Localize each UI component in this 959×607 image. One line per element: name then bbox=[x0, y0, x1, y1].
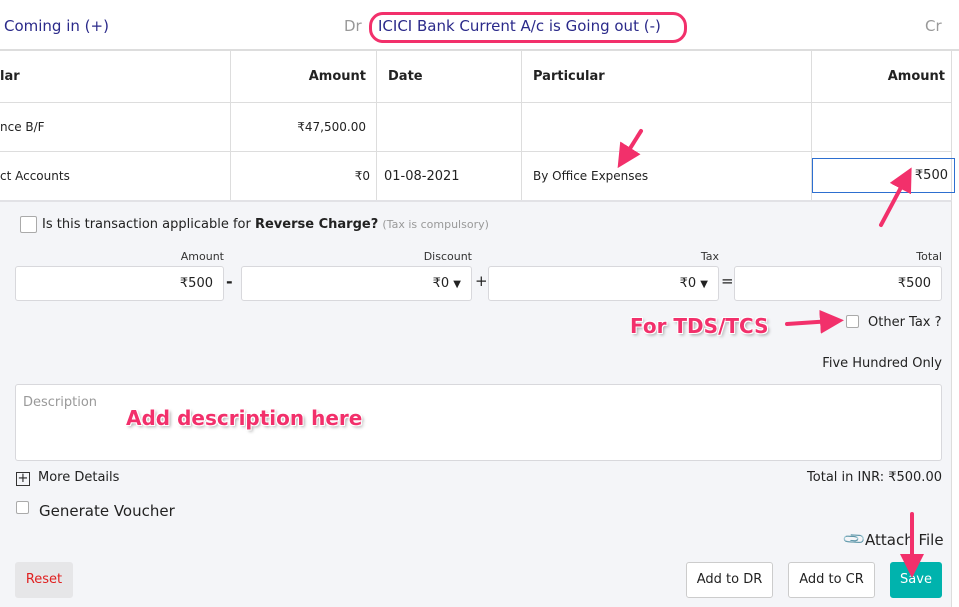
arrow-amount bbox=[879, 167, 912, 227]
arrow-particular bbox=[617, 129, 643, 169]
arrow-other-tax bbox=[785, 309, 844, 334]
annotation-arrows bbox=[617, 129, 924, 578]
